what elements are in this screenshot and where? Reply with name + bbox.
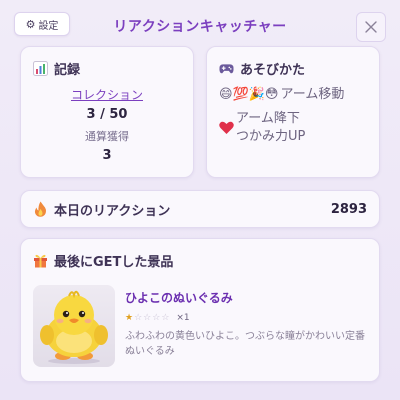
fire-icon — [33, 201, 48, 217]
records-card: 記録 コレクション 3 / 50 通算獲得 3 — [20, 46, 194, 178]
star-empty-icon: ☆ — [143, 313, 153, 323]
collection-count: 3 / 50 — [86, 107, 128, 122]
star-filled-icon: ★ — [125, 313, 135, 323]
last-prize-title: 最後にGETした景品 — [54, 255, 174, 270]
chick-plush-icon — [40, 290, 108, 364]
records-title: 記録 — [54, 63, 81, 78]
howto-move-text: アーム移動 — [280, 87, 345, 102]
star-empty-icon: ☆ — [152, 313, 162, 323]
last-prize-card: 最後にGETした景品 ひよこのぬいぐるみ ★☆☆☆☆ ×1 ふわふわの黄色いひよ… — [20, 238, 380, 382]
prize-name: ひよこのぬいぐるみ — [125, 291, 233, 305]
reaction-emojis: 😄💯🎉😳 — [219, 87, 279, 102]
total-count: 3 — [102, 148, 112, 163]
prize-image — [33, 285, 115, 367]
prize-rating-row: ★☆☆☆☆ ×1 — [125, 313, 367, 323]
prize-quantity: ×1 — [176, 313, 190, 323]
game-controller-icon — [219, 61, 234, 76]
howto-drop-text: アーム降下 — [236, 111, 300, 126]
today-reactions-bar: 本日のリアクション 2893 — [20, 190, 380, 228]
howto-drop-row: アーム降下 つかみ力UP — [219, 110, 367, 146]
gift-icon — [33, 253, 48, 268]
total-label: 通算獲得 — [85, 130, 129, 143]
bar-chart-icon — [33, 61, 48, 76]
heart-icon — [219, 110, 234, 146]
star-empty-icon: ☆ — [134, 313, 144, 323]
close-icon — [365, 21, 377, 33]
close-button[interactable] — [356, 12, 386, 42]
howto-title: あそびかた — [240, 63, 306, 78]
howto-grab-text: つかみ力UP — [236, 129, 306, 144]
howto-move-row: 😄💯🎉😳 アーム移動 — [219, 86, 367, 104]
rarity-stars: ★☆☆☆☆ — [125, 313, 170, 323]
collection-link[interactable]: コレクション — [33, 86, 181, 103]
app-title: リアクションキャッチャー — [113, 19, 287, 35]
today-reactions-label: 本日のリアクション — [54, 203, 171, 219]
star-empty-icon: ☆ — [161, 313, 171, 323]
prize-description: ふわふわの黄色いひよこ。つぶらな瞳がかわいい定番ぬいぐるみ — [125, 331, 365, 357]
howto-card: あそびかた 😄💯🎉😳 アーム移動 アーム降下 つかみ力UP — [206, 46, 380, 178]
today-reactions-count: 2893 — [330, 201, 367, 217]
